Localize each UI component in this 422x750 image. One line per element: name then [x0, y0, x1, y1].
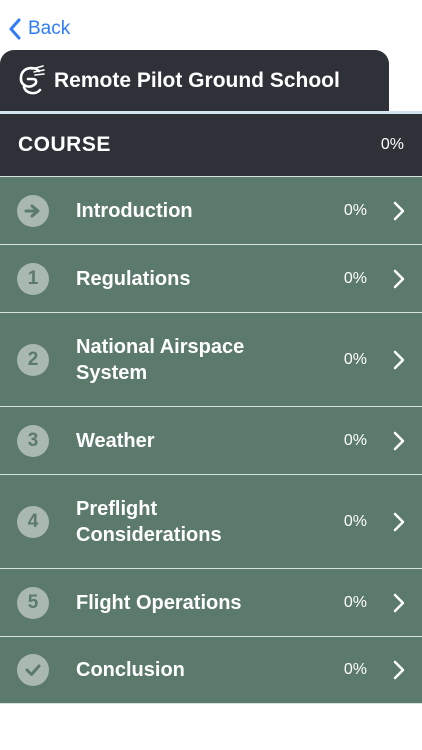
lesson-list: Introduction 0% 1 Regulations 0% 2 Natio…	[0, 176, 422, 704]
lesson-progress: 0%	[343, 661, 367, 678]
lesson-badge	[17, 194, 49, 227]
chevron-right-icon	[393, 593, 405, 612]
app-title: Remote Pilot Ground School	[54, 68, 340, 92]
lesson-title: Conclusion	[76, 659, 185, 681]
lesson-progress: 0%	[343, 431, 367, 449]
lesson-row-regulations[interactable]: 1 Regulations 0%	[0, 244, 422, 312]
checkmark-icon	[25, 664, 41, 676]
chevron-right-icon	[393, 269, 405, 288]
lesson-title: Regulations	[76, 267, 191, 290]
course-header: COURSE 0%	[0, 114, 422, 176]
lesson-title: Weather	[76, 429, 155, 452]
lesson-progress: 0%	[343, 350, 367, 368]
lesson-row-preflight-considerations[interactable]: 4 Preflight Considerations 0%	[0, 474, 422, 568]
lesson-progress: 0%	[343, 512, 367, 530]
lesson-title: National Airspace System	[76, 335, 245, 384]
lesson-row-national-airspace-system[interactable]: 2 National Airspace System 0%	[0, 312, 422, 406]
chevron-right-icon	[393, 431, 405, 450]
lesson-title: Introduction	[76, 199, 193, 222]
lesson-title: Preflight Considerations	[76, 497, 222, 546]
lesson-progress: 0%	[343, 201, 367, 219]
back-button[interactable]: Back	[8, 16, 70, 42]
lesson-badge: 3	[17, 424, 49, 457]
chevron-left-icon	[9, 18, 21, 40]
arrow-right-icon	[24, 204, 40, 217]
lesson-badge	[17, 654, 49, 686]
lesson-row-flight-operations[interactable]: 5 Flight Operations 0%	[0, 568, 422, 636]
chevron-right-icon	[393, 660, 405, 680]
course-label: COURSE	[18, 133, 111, 156]
lesson-badge: 5	[17, 586, 49, 619]
app-header: Remote Pilot Ground School	[0, 50, 389, 111]
app-logo-icon	[19, 64, 45, 94]
lesson-row-conclusion[interactable]: Conclusion 0%	[0, 636, 422, 704]
chevron-right-icon	[393, 201, 405, 220]
lesson-progress: 0%	[343, 269, 367, 287]
lesson-row-weather[interactable]: 3 Weather 0%	[0, 406, 422, 474]
back-label: Back	[28, 18, 71, 39]
lesson-badge: 1	[17, 262, 49, 295]
course-progress: 0%	[380, 136, 404, 153]
lesson-title: Flight Operations	[76, 591, 242, 614]
chevron-right-icon	[393, 512, 405, 531]
navigation-bar: Back	[0, 0, 422, 50]
lesson-badge: 2	[17, 343, 49, 376]
lesson-progress: 0%	[343, 593, 367, 611]
lesson-badge: 4	[17, 505, 49, 538]
chevron-right-icon	[393, 350, 405, 369]
lesson-row-introduction[interactable]: Introduction 0%	[0, 176, 422, 244]
